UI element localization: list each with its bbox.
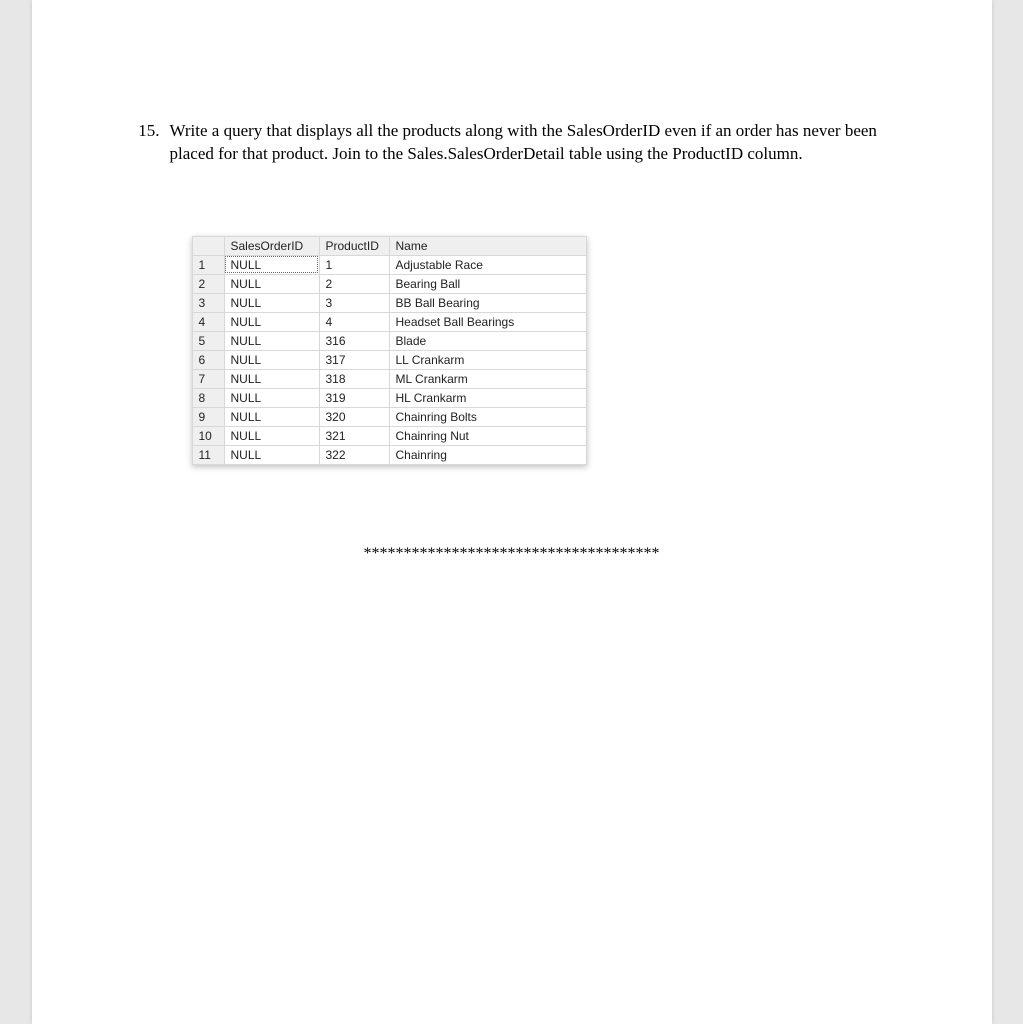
grid-cell[interactable]: 316 xyxy=(319,331,389,350)
table-row[interactable]: 6NULL317LL Crankarm xyxy=(192,350,586,369)
row-number[interactable]: 5 xyxy=(192,331,224,350)
grid-cell[interactable]: 319 xyxy=(319,388,389,407)
grid-cell[interactable]: Bearing Ball xyxy=(389,274,586,293)
row-number[interactable]: 7 xyxy=(192,369,224,388)
grid-cell[interactable]: Chainring Nut xyxy=(389,426,586,445)
grid-cell[interactable]: NULL xyxy=(224,407,319,426)
row-number[interactable]: 11 xyxy=(192,445,224,464)
grid-cell[interactable]: NULL xyxy=(224,426,319,445)
grid-cell[interactable]: 4 xyxy=(319,312,389,331)
grid-cell[interactable]: NULL xyxy=(224,255,319,274)
row-number[interactable]: 10 xyxy=(192,426,224,445)
table-row[interactable]: 2NULL2Bearing Ball xyxy=(192,274,586,293)
row-number[interactable]: 3 xyxy=(192,293,224,312)
question-number: 15. xyxy=(132,120,160,166)
table-row[interactable]: 9NULL320Chainring Bolts xyxy=(192,407,586,426)
grid-corner xyxy=(192,236,224,255)
col-header-productid[interactable]: ProductID xyxy=(319,236,389,255)
grid-cell[interactable]: Adjustable Race xyxy=(389,255,586,274)
grid-cell[interactable]: HL Crankarm xyxy=(389,388,586,407)
grid-header-row: SalesOrderID ProductID Name xyxy=(192,236,586,255)
grid-cell[interactable]: 1 xyxy=(319,255,389,274)
table-row[interactable]: 7NULL318ML Crankarm xyxy=(192,369,586,388)
grid-cell[interactable]: Chainring Bolts xyxy=(389,407,586,426)
table-row[interactable]: 10NULL321Chainring Nut xyxy=(192,426,586,445)
col-header-name[interactable]: Name xyxy=(389,236,586,255)
grid-cell[interactable]: 3 xyxy=(319,293,389,312)
grid-cell[interactable]: 321 xyxy=(319,426,389,445)
table-row[interactable]: 4NULL4Headset Ball Bearings xyxy=(192,312,586,331)
section-separator: ************************************* xyxy=(132,545,892,563)
question-block: 15. Write a query that displays all the … xyxy=(132,120,892,166)
grid-cell[interactable]: Chainring xyxy=(389,445,586,464)
grid-cell[interactable]: 322 xyxy=(319,445,389,464)
grid-cell[interactable]: NULL xyxy=(224,350,319,369)
row-number[interactable]: 6 xyxy=(192,350,224,369)
grid-cell[interactable]: NULL xyxy=(224,445,319,464)
document-page: 15. Write a query that displays all the … xyxy=(32,0,992,1024)
table-row[interactable]: 3NULL3BB Ball Bearing xyxy=(192,293,586,312)
grid-cell[interactable]: BB Ball Bearing xyxy=(389,293,586,312)
row-number[interactable]: 8 xyxy=(192,388,224,407)
grid-cell[interactable]: Blade xyxy=(389,331,586,350)
grid-cell[interactable]: 2 xyxy=(319,274,389,293)
grid-cell[interactable]: 320 xyxy=(319,407,389,426)
table-row[interactable]: 8NULL319HL Crankarm xyxy=(192,388,586,407)
table-row[interactable]: 5NULL316Blade xyxy=(192,331,586,350)
col-header-salesorderid[interactable]: SalesOrderID xyxy=(224,236,319,255)
question-text: Write a query that displays all the prod… xyxy=(170,120,892,166)
grid-cell[interactable]: 317 xyxy=(319,350,389,369)
grid-cell[interactable]: Headset Ball Bearings xyxy=(389,312,586,331)
grid-cell[interactable]: NULL xyxy=(224,293,319,312)
row-number[interactable]: 2 xyxy=(192,274,224,293)
grid-cell[interactable]: NULL xyxy=(224,388,319,407)
table-row[interactable]: 11NULL322Chainring xyxy=(192,445,586,464)
table-row[interactable]: 1NULL1Adjustable Race xyxy=(192,255,586,274)
grid-cell[interactable]: NULL xyxy=(224,274,319,293)
grid-cell[interactable]: NULL xyxy=(224,312,319,331)
row-number[interactable]: 9 xyxy=(192,407,224,426)
grid-cell[interactable]: 318 xyxy=(319,369,389,388)
grid-cell[interactable]: LL Crankarm xyxy=(389,350,586,369)
grid-cell[interactable]: NULL xyxy=(224,369,319,388)
row-number[interactable]: 1 xyxy=(192,255,224,274)
grid-cell[interactable]: ML Crankarm xyxy=(389,369,586,388)
row-number[interactable]: 4 xyxy=(192,312,224,331)
results-grid: SalesOrderID ProductID Name 1NULL1Adjust… xyxy=(192,236,587,465)
grid-cell[interactable]: NULL xyxy=(224,331,319,350)
